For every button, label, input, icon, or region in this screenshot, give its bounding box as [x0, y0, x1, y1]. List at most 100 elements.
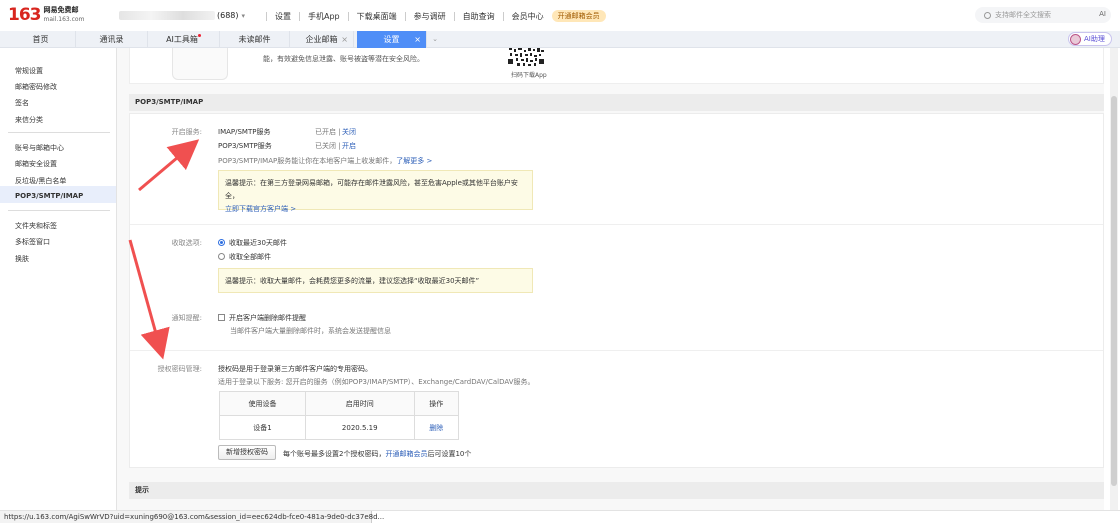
- sidebar-item-general[interactable]: 常规设置: [15, 66, 43, 76]
- imap-service-name: IMAP/SMTP服务: [218, 128, 271, 136]
- auth-limit-note: 每个账号最多设置2个授权密码，开通邮箱会员后可设置10个: [283, 449, 471, 459]
- auth-limit-suffix: 后可设置10个: [427, 450, 472, 458]
- table-header-row: 使用设备 启用时间 操作: [219, 391, 460, 416]
- tab-enterprise-mail[interactable]: 企业邮箱 ×: [290, 31, 354, 48]
- logo[interactable]: 163 网易免费邮 mail.163.com: [8, 5, 84, 25]
- search-icon: [984, 11, 991, 19]
- tab-label: AI工具箱: [166, 35, 198, 44]
- nav-settings[interactable]: 设置: [275, 11, 291, 22]
- ai-assistant-label: AI助理: [1084, 35, 1105, 43]
- learn-more-link[interactable]: 了解更多 >: [396, 157, 432, 165]
- nav-member-center[interactable]: 会员中心: [512, 11, 544, 22]
- ai-assistant-button[interactable]: AI助理: [1068, 32, 1112, 46]
- app-promo-card: 能，有效避免信息泄露、账号被盗等潜在安全风险。 扫码下载App: [129, 48, 1104, 84]
- qr-label: 扫码下载App: [511, 72, 547, 79]
- pop3-settings-panel: 开启服务: IMAP/SMTP服务 已开启 | 关闭 POP3/SMTP服务 已…: [129, 113, 1104, 468]
- divider: [453, 11, 455, 21]
- account-switcher[interactable]: (688) ▾: [119, 11, 245, 20]
- nav-survey[interactable]: 参与调研: [414, 11, 446, 22]
- pop3-open-link[interactable]: 开启: [342, 141, 356, 151]
- traffic-tip-box: 温馨提示：收取大量邮件，会耗费您更多的流量，建议您选择“收取最近30天邮件”: [218, 268, 533, 293]
- service-description: POP3/SMTP/IMAP服务能让你在本地客户端上收发邮件，了解更多 >: [218, 156, 432, 166]
- account-count: (688): [217, 11, 239, 20]
- divider: [347, 11, 349, 21]
- section-header-hint: 提示: [129, 482, 1104, 499]
- column-header-date: 启用时间: [304, 391, 415, 416]
- settings-main: 能，有效避免信息泄露、账号被盗等潜在安全风险。 扫码下载App POP3/SMT…: [117, 48, 1104, 510]
- sidebar-item-skin[interactable]: 换肤: [15, 254, 29, 264]
- imap-close-link[interactable]: 关闭: [342, 127, 356, 137]
- imap-service-state: 已开启 |: [315, 128, 341, 136]
- security-tip-text: 温馨提示：在第三方登录网易邮箱，可能存在邮件泄露风险，甚至危害Apple或其他平…: [225, 179, 518, 200]
- open-vip-link[interactable]: 开通邮箱会员: [385, 450, 427, 458]
- sidebar-item-mail-rules[interactable]: 来信分类: [15, 115, 43, 125]
- tab-label: 企业邮箱: [305, 35, 338, 44]
- status-bar: https://u.163.com/AgiSwWrVD?uid=xuning69…: [0, 510, 1120, 523]
- divider: [266, 11, 267, 21]
- delete-link[interactable]: 删除: [413, 415, 460, 440]
- scrollbar-thumb[interactable]: [1111, 96, 1117, 486]
- search-placeholder: 支持邮件全文搜索: [995, 11, 1051, 19]
- receive-30days-radio[interactable]: 收取最近30天邮件: [218, 238, 287, 248]
- tab-bar: 首页 通讯录 AI工具箱 未读邮件 企业邮箱 × 设置 × ⌄: [0, 31, 1120, 48]
- receive-all-label: 收取全部邮件: [229, 253, 271, 261]
- close-icon[interactable]: ×: [414, 31, 421, 48]
- sidebar-item-signature[interactable]: 签名: [15, 98, 29, 108]
- avatar: [1070, 33, 1081, 45]
- tab-settings[interactable]: 设置 ×: [357, 31, 427, 48]
- sidebar-item-antispam[interactable]: 反垃圾/黑白名单: [15, 176, 66, 186]
- column-header-device: 使用设备: [219, 391, 306, 416]
- blurred-account-name: [119, 11, 215, 20]
- receive-options-label: 收取选项:: [171, 239, 202, 247]
- sidebar-item-folders[interactable]: 文件夹和标签: [15, 221, 57, 231]
- top-bar: 163 网易免费邮 mail.163.com (688) ▾ 设置 手机App …: [0, 0, 1120, 31]
- vip-badge-button[interactable]: 开通邮箱会员: [551, 10, 606, 22]
- radio-icon: [218, 253, 225, 260]
- tab-ai-toolbox[interactable]: AI工具箱: [148, 31, 220, 48]
- nav-self-service[interactable]: 自助查询: [463, 11, 495, 22]
- new-dot-icon: [197, 34, 201, 37]
- date-cell: 2020.5.19: [304, 415, 415, 440]
- checkbox-icon: [218, 314, 225, 321]
- receive-all-radio[interactable]: 收取全部邮件: [218, 252, 271, 262]
- logo-name: 网易免费邮: [43, 6, 79, 14]
- logo-domain: mail.163.com: [43, 16, 85, 23]
- tab-contacts[interactable]: 通讯录: [76, 31, 148, 48]
- security-tip-box: 温馨提示：在第三方登录网易邮箱，可能存在邮件泄露风险，甚至危害Apple或其他平…: [218, 170, 533, 213]
- top-nav: 设置 手机App 下载桌面端 参与调研 自助查询 会员中心 开通邮箱会员: [258, 10, 606, 22]
- scrollbar[interactable]: [1110, 48, 1118, 510]
- auth-description: 授权码是用于登录第三方邮件客户端的专用密码。: [218, 365, 372, 373]
- nav-mobile-app[interactable]: 手机App: [308, 11, 340, 22]
- search-input[interactable]: 支持邮件全文搜索 AI: [975, 7, 1111, 23]
- delete-notify-label: 开启客户端删除邮件提醒: [229, 314, 306, 322]
- add-auth-password-button[interactable]: 新增授权密码: [218, 445, 276, 460]
- service-desc-text: POP3/SMTP/IMAP服务能让你在本地客户端上收发邮件，: [218, 157, 397, 165]
- delete-notify-checkbox[interactable]: 开启客户端删除邮件提醒: [218, 313, 306, 323]
- auth-password-table: 使用设备 启用时间 操作 设备1 2020.5.19 删除: [219, 391, 460, 440]
- nav-desktop-download[interactable]: 下载桌面端: [357, 11, 397, 22]
- tab-home[interactable]: 首页: [6, 31, 76, 48]
- tab-more-chevron-icon[interactable]: ⌄: [427, 31, 443, 48]
- sidebar-item-password[interactable]: 邮箱密码修改: [15, 82, 57, 92]
- section-header-pop3: POP3/SMTP/IMAP: [129, 94, 1104, 111]
- sidebar-item-security[interactable]: 邮箱安全设置: [15, 159, 57, 169]
- column-header-action: 操作: [413, 391, 460, 416]
- phone-screenshot-image: [172, 48, 228, 80]
- ai-search-button[interactable]: AI: [1099, 10, 1106, 18]
- promo-text: 能，有效避免信息泄露、账号被盗等潜在安全风险。: [263, 55, 424, 63]
- tab-label: 首页: [32, 35, 49, 44]
- settings-sidebar: 常规设置 邮箱密码修改 签名 来信分类 账号与邮箱中心 邮箱安全设置 反垃圾/黑…: [0, 48, 117, 510]
- tab-label: 未读邮件: [238, 35, 271, 44]
- logo-number: 163: [8, 5, 41, 25]
- sidebar-item-pop3[interactable]: POP3/SMTP/IMAP: [15, 192, 83, 200]
- divider: [404, 11, 406, 21]
- download-client-link[interactable]: 立即下载官方客户端 >: [225, 203, 526, 216]
- receive-30days-label: 收取最近30天邮件: [229, 239, 287, 247]
- divider: [502, 11, 504, 21]
- close-icon[interactable]: ×: [341, 31, 348, 48]
- sidebar-item-account-center[interactable]: 账号与邮箱中心: [15, 143, 64, 153]
- sidebar-item-multitab[interactable]: 多标签窗口: [15, 237, 50, 247]
- divider: [8, 132, 110, 133]
- tab-unread[interactable]: 未读邮件: [220, 31, 290, 48]
- notify-description: 当邮件客户端大量删除邮件时，系统会发送提醒信息: [230, 327, 391, 335]
